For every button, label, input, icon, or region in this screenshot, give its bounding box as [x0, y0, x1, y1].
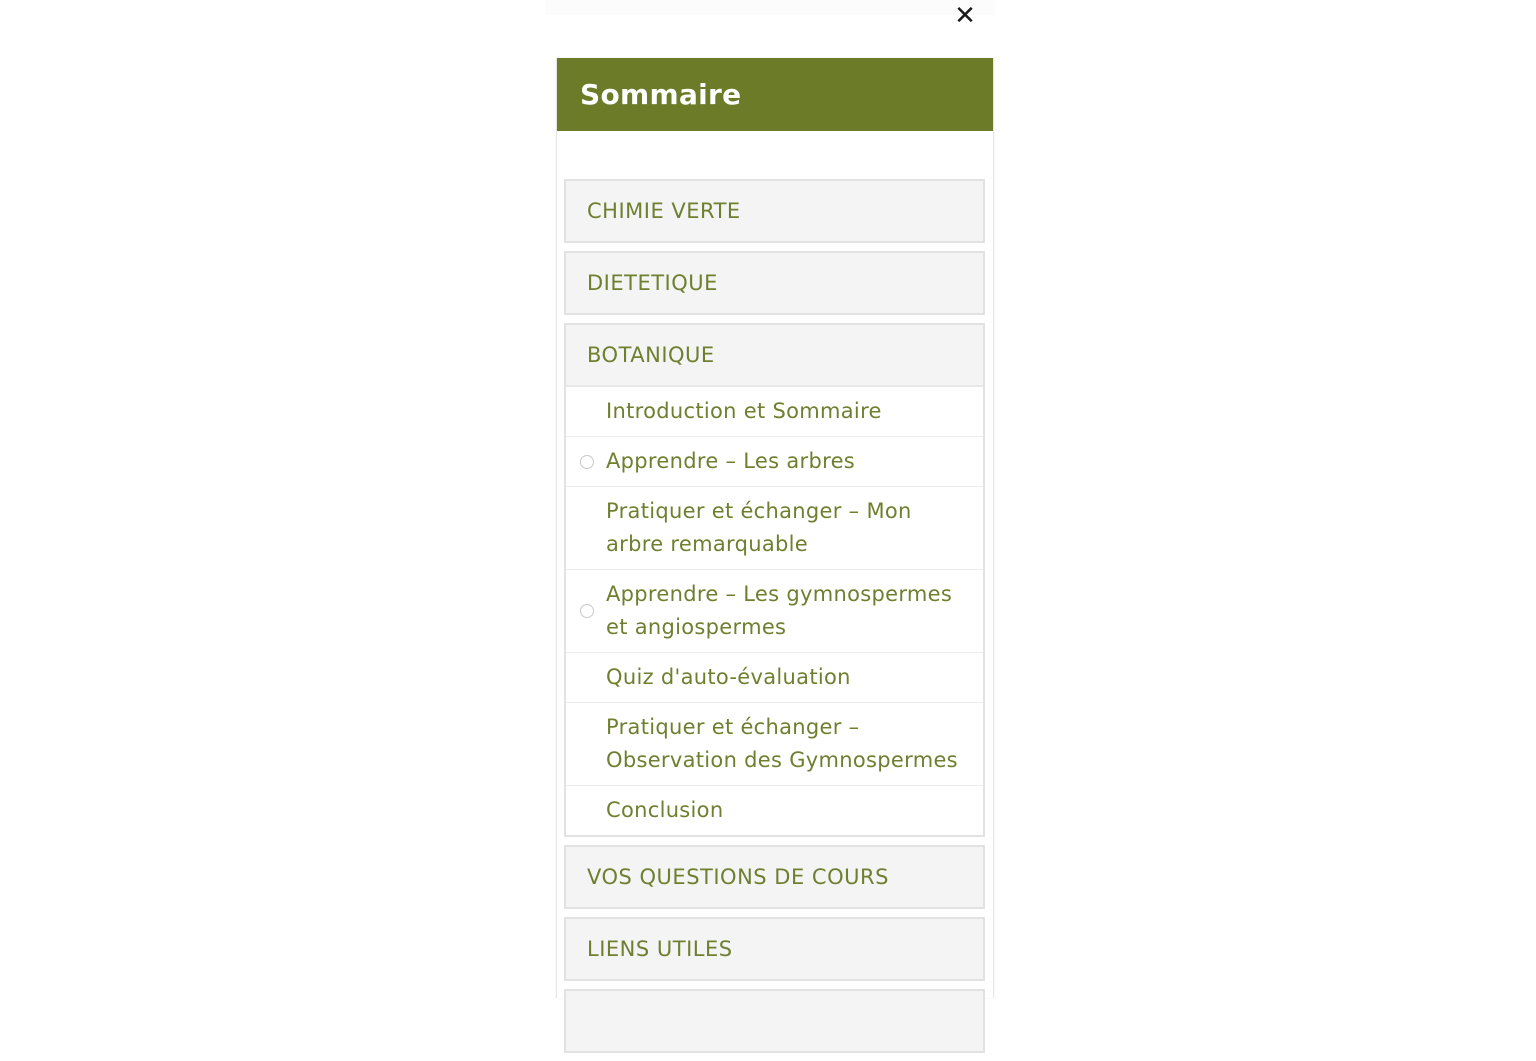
lesson-item[interactable]: Conclusion — [566, 786, 983, 835]
lesson-item[interactable]: Introduction et Sommaire — [566, 387, 983, 437]
section-header[interactable]: VOS QUESTIONS DE COURS — [566, 847, 983, 907]
section-chimie-verte[interactable]: CHIMIE VERTE — [564, 179, 985, 243]
lesson-label: Apprendre – Les gymnospermes et angiospe… — [606, 582, 953, 639]
section-dietetique[interactable]: DIETETIQUE — [564, 251, 985, 315]
section-header[interactable]: BOTANIQUE — [566, 325, 983, 387]
section-liens-utiles[interactable]: LIENS UTILES — [564, 917, 985, 981]
lesson-item[interactable]: Apprendre – Les arbres — [566, 437, 983, 487]
lesson-label: Pratiquer et échanger – Observation des … — [606, 715, 958, 772]
lesson-item[interactable]: Pratiquer et échanger – Mon arbre remarq… — [566, 487, 983, 570]
lesson-item[interactable]: Apprendre – Les gymnospermes et angiospe… — [566, 570, 983, 653]
section-list: CHIMIE VERTE DIETETIQUE BOTANIQUE Introd… — [564, 179, 985, 1061]
close-button[interactable]: ✕ — [950, 2, 980, 30]
status-circle-icon — [580, 454, 594, 469]
section-header[interactable] — [566, 991, 983, 1051]
section-header[interactable]: DIETETIQUE — [566, 253, 983, 313]
section-items: Introduction et Sommaire Apprendre – Les… — [566, 387, 983, 835]
lesson-label: Apprendre – Les arbres — [606, 449, 856, 473]
status-circle-icon — [580, 604, 594, 618]
lesson-item[interactable]: Quiz d'auto-évaluation — [566, 653, 983, 703]
lesson-label: Quiz d'auto-évaluation — [606, 665, 851, 689]
panel-title: Sommaire — [580, 78, 742, 111]
lesson-label: Pratiquer et échanger – Mon arbre remarq… — [606, 499, 912, 556]
section-vos-questions-de-cours[interactable]: VOS QUESTIONS DE COURS — [564, 845, 985, 909]
section-partial[interactable] — [564, 989, 985, 1053]
sommaire-panel: Sommaire CHIMIE VERTE DIETETIQUE BOTANIQ… — [556, 58, 994, 1053]
section-botanique[interactable]: BOTANIQUE Introduction et Sommaire Appre… — [564, 323, 985, 837]
section-header[interactable]: LIENS UTILES — [566, 919, 983, 979]
lesson-item[interactable]: Pratiquer et échanger – Observation des … — [566, 703, 983, 786]
panel-header: Sommaire — [557, 58, 993, 131]
section-header[interactable]: CHIMIE VERTE — [566, 181, 983, 241]
lesson-label: Introduction et Sommaire — [606, 399, 882, 423]
close-icon: ✕ — [954, 1, 976, 31]
modal-top-bar — [545, 0, 995, 15]
lesson-label: Conclusion — [606, 798, 724, 822]
